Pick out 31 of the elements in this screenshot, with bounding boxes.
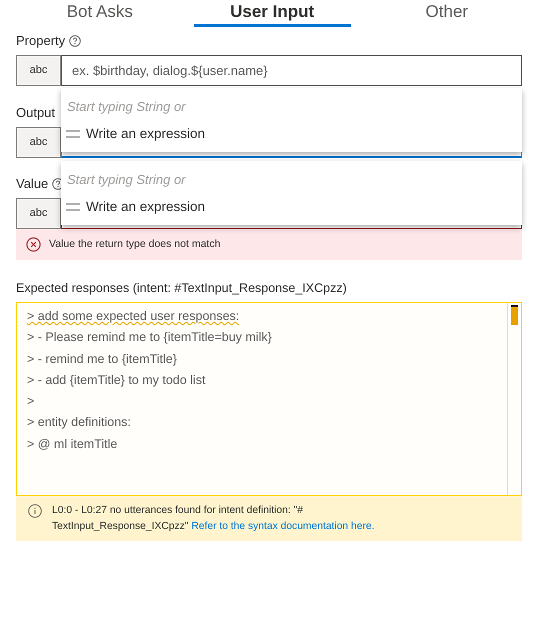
field-label: Output — [16, 104, 56, 122]
field-label: Property — [16, 32, 66, 50]
menu-option[interactable]: Write an expression — [61, 120, 522, 148]
menu-option[interactable]: Write an expression — [61, 193, 522, 221]
error-message: Value the return type does not match — [49, 236, 220, 252]
code-line: > — [27, 394, 34, 408]
info-icon — [28, 504, 42, 518]
code-line: > - remind me to {itemTitle} — [27, 352, 177, 366]
code-editor[interactable]: > add some expected user responses: > - Please remind me to {itemTitle=buy milk} > - remind me to {itemTitle} > - add {itemTitle} to my todo list > > entity definitions: > @ ml itemTitle — [16, 302, 522, 496]
scrollbar[interactable] — [507, 303, 521, 495]
type-button[interactable]: abc — [16, 198, 61, 229]
syntax-doc-link[interactable]: Refer to the syntax documentation here. — [191, 521, 374, 532]
warning-message: L0:0 - L0:27 no utterances found for intent definition: "# TextInput_Response_IXCpzz" Refer to the syntax documentation here. — [52, 504, 376, 534]
menu-hint: Start typing String or — [67, 99, 186, 114]
error-icon — [26, 237, 41, 252]
section-label: Expected responses (intent: #TextInput_Response_IXCpzz) — [16, 280, 348, 295]
code-line: > - add {itemTitle} to my todo list — [27, 372, 206, 387]
menu-hint: Start typing String or — [67, 172, 186, 187]
tab[interactable]: User Input — [194, 0, 351, 27]
code-line: > @ ml itemTitle — [27, 436, 118, 451]
type-button[interactable]: abc — [16, 127, 61, 158]
code-line: > entity definitions: — [27, 415, 131, 430]
equals-icon — [66, 203, 80, 211]
input-field[interactable]: ex. $birthday, dialog.${user.name} — [61, 55, 522, 86]
equals-icon — [66, 130, 80, 138]
code-line: > - Please remind me to {itemTitle=buy milk} — [27, 330, 272, 344]
code-line: > add some expected user responses: — [27, 309, 240, 323]
field-label: Value — [16, 175, 48, 194]
type-button[interactable]: abc — [16, 55, 61, 86]
tab[interactable]: Other — [370, 0, 523, 27]
tab[interactable]: Bot Asks — [26, 0, 174, 27]
